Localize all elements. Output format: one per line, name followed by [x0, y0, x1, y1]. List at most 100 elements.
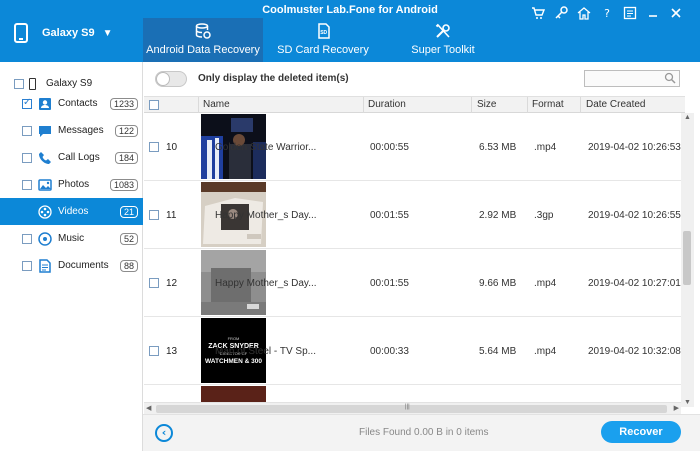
count-badge: 52	[119, 232, 138, 245]
date-created: 2019-04-02 10:32:08	[588, 346, 681, 357]
recover-button[interactable]: Recover	[601, 421, 681, 443]
main-panel: Only display the deleted item(s) Name Du…	[143, 62, 700, 451]
toggle-knob	[156, 72, 170, 86]
home-icon[interactable]	[576, 6, 592, 22]
svg-text:SD: SD	[320, 30, 327, 36]
sidebar-item-music[interactable]: Music 52	[0, 225, 143, 252]
minimize-icon[interactable]	[645, 6, 661, 22]
column-format-header[interactable]: Format	[532, 99, 564, 110]
size: 6.53 MB	[479, 142, 517, 153]
sidebar-item-label: Messages	[58, 125, 104, 136]
cart-icon[interactable]	[530, 6, 546, 22]
format: .mp4	[534, 278, 557, 289]
tab-sd-card-recovery[interactable]: SD SD Card Recovery	[263, 18, 383, 62]
row-checkbox[interactable]	[149, 346, 159, 356]
scroll-down-icon[interactable]: ▼	[681, 399, 694, 406]
sidebar-item-label: Photos	[58, 179, 90, 190]
search-icon	[664, 72, 676, 84]
toggle-label: Only display the deleted item(s)	[198, 73, 349, 84]
key-icon[interactable]	[553, 6, 569, 22]
phone-icon	[14, 23, 28, 43]
checkbox[interactable]	[22, 179, 32, 190]
checkbox[interactable]	[22, 233, 32, 244]
vertical-scrollbar[interactable]: ▲ ▼	[681, 113, 694, 407]
sidebar-item-documents[interactable]: Documents 88	[0, 252, 143, 279]
checkbox[interactable]	[14, 78, 24, 89]
count-badge: 122	[114, 124, 138, 137]
column-size-header[interactable]: Size	[477, 99, 496, 110]
date-created: 2019-04-02 10:26:53	[588, 142, 681, 153]
table-row[interactable]: 13 FROM ZACK SNYDER DIRECTOR OF WATCHMEN…	[144, 317, 685, 385]
search-input[interactable]	[584, 70, 680, 87]
music-icon	[38, 231, 52, 246]
device-selector[interactable]: Galaxy S9 ▼	[14, 20, 140, 46]
sidebar-item-call-logs[interactable]: Call Logs 184	[0, 144, 143, 171]
row-checkbox[interactable]	[149, 210, 159, 220]
count-badge: 1083	[109, 178, 138, 191]
date-created: 2019-04-02 10:27:01	[588, 278, 681, 289]
sidebar-item-photos[interactable]: Photos 1083	[0, 171, 143, 198]
back-button[interactable]: ‹	[155, 424, 173, 442]
size: 9.66 MB	[479, 278, 517, 289]
row-number: 11	[166, 210, 177, 221]
tab-super-toolkit[interactable]: Super Toolkit	[383, 18, 503, 62]
column-name-header[interactable]: Name	[203, 99, 230, 110]
horizontal-scrollbar[interactable]: ◀ ||| ▶	[144, 402, 681, 414]
select-all-checkbox[interactable]	[149, 100, 159, 110]
size: 5.64 MB	[479, 346, 517, 357]
checkbox[interactable]	[22, 125, 32, 136]
thumb-text: WATCHMEN & 300	[205, 358, 262, 365]
date-created: 2019-04-02 10:26:55	[588, 210, 681, 221]
sidebar-item-label: Videos	[58, 206, 89, 217]
row-number: 12	[166, 278, 178, 289]
recovery-db-icon	[195, 23, 211, 39]
checkbox[interactable]	[22, 152, 32, 163]
checkbox[interactable]	[22, 206, 32, 217]
table-row[interactable]: 10 Golden State Warrior... 00:00:55 6.53…	[144, 113, 685, 181]
scrollbar-thumb[interactable]	[156, 405, 667, 413]
sidebar-item-label: Contacts	[58, 98, 98, 109]
row-number: 13	[166, 346, 178, 357]
column-duration-header[interactable]: Duration	[368, 99, 406, 110]
count-badge: 21	[119, 205, 138, 218]
feedback-icon[interactable]	[622, 6, 638, 22]
checkbox[interactable]	[22, 97, 32, 109]
tab-android-data-recovery[interactable]: Android Data Recovery	[143, 18, 263, 62]
scroll-right-icon[interactable]: ▶	[674, 404, 679, 412]
format: .3gp	[534, 210, 554, 221]
duration: 00:00:33	[370, 346, 409, 357]
videos-icon	[38, 204, 52, 219]
tab-label: Super Toolkit	[411, 44, 475, 56]
scrollbar-thumb[interactable]	[683, 231, 691, 285]
file-name: Happy Mother_s Day...	[215, 210, 317, 221]
phone-icon	[29, 77, 36, 90]
row-checkbox[interactable]	[149, 142, 159, 152]
table-header: Name Duration Size Format Date Created	[144, 96, 685, 113]
column-date-header[interactable]: Date Created	[586, 99, 645, 110]
footer-bar: ‹ Files Found 0.00 B in 0 items Recover	[143, 414, 700, 451]
file-name: Man of Steel - TV Sp...	[215, 346, 316, 357]
toolkit-icon	[435, 23, 450, 38]
device-name: Galaxy S9	[42, 27, 95, 39]
close-icon[interactable]	[668, 6, 684, 22]
count-badge: 88	[119, 259, 138, 272]
deleted-only-toggle[interactable]	[155, 71, 187, 87]
table-row[interactable]: 11 Happy Mother_s Day... 00:01:55 2.92 M…	[144, 181, 685, 249]
sidebar-item-videos[interactable]: Videos 21	[0, 198, 143, 225]
status-text: Files Found 0.00 B in 0 items	[359, 427, 489, 438]
help-icon[interactable]: ?	[599, 6, 615, 22]
row-checkbox[interactable]	[149, 278, 159, 288]
checkbox[interactable]	[22, 260, 32, 271]
count-badge: 184	[114, 151, 138, 164]
sidebar-item-contacts[interactable]: Contacts 1233	[0, 90, 143, 117]
sidebar-item-label: Documents	[58, 260, 109, 271]
table-row[interactable]: 12 Happy Mother_s Day... 00:01:55 9.66 M…	[144, 249, 685, 317]
main-tabs: Android Data Recovery SD SD Card Recover…	[143, 18, 503, 62]
format: .mp4	[534, 346, 557, 357]
scroll-up-icon[interactable]: ▲	[681, 114, 694, 121]
file-name: Golden State Warrior...	[215, 142, 317, 153]
scroll-left-icon[interactable]: ◀	[146, 404, 151, 412]
sidebar-item-messages[interactable]: Messages 122	[0, 117, 143, 144]
duration: 00:00:55	[370, 142, 409, 153]
documents-icon	[39, 258, 51, 273]
